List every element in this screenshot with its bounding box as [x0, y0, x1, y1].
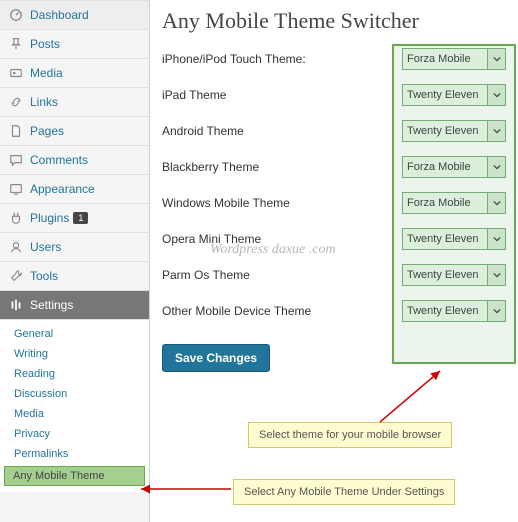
- theme-row-label: Parm Os Theme: [162, 268, 402, 282]
- dashboard-icon: [8, 7, 24, 23]
- theme-row-label: Other Mobile Device Theme: [162, 304, 402, 318]
- theme-row: Android ThemeTwenty Eleven: [162, 120, 506, 142]
- chevron-down-icon[interactable]: [487, 121, 505, 141]
- theme-row: Parm Os ThemeTwenty Eleven: [162, 264, 506, 286]
- submenu-reading[interactable]: Reading: [0, 364, 149, 384]
- theme-select[interactable]: Twenty Eleven: [402, 228, 506, 250]
- theme-row: Other Mobile Device ThemeTwenty Eleven: [162, 300, 506, 322]
- submenu-media[interactable]: Media: [0, 404, 149, 424]
- page-icon: [8, 123, 24, 139]
- theme-select-value: Twenty Eleven: [403, 89, 487, 101]
- theme-select[interactable]: Forza Mobile: [402, 192, 506, 214]
- sidebar-item-pages[interactable]: Pages: [0, 117, 149, 146]
- theme-select-value: Twenty Eleven: [403, 125, 487, 137]
- sidebar-item-posts[interactable]: Posts: [0, 30, 149, 59]
- sidebar-item-label: Posts: [30, 37, 60, 51]
- chevron-down-icon[interactable]: [487, 265, 505, 285]
- theme-select[interactable]: Forza Mobile: [402, 48, 506, 70]
- sidebar-item-label: Tools: [30, 269, 58, 283]
- theme-select-value: Forza Mobile: [403, 197, 487, 209]
- pin-icon: [8, 36, 24, 52]
- chevron-down-icon[interactable]: [487, 49, 505, 69]
- theme-row-label: Android Theme: [162, 124, 402, 138]
- sidebar-item-label: Links: [30, 95, 58, 109]
- theme-select-value: Twenty Eleven: [403, 305, 487, 317]
- theme-row: Blackberry ThemeForza Mobile: [162, 156, 506, 178]
- sidebar-item-label: Appearance: [30, 182, 95, 196]
- theme-select-value: Forza Mobile: [403, 53, 487, 65]
- chevron-down-icon[interactable]: [487, 193, 505, 213]
- submenu-privacy[interactable]: Privacy: [0, 424, 149, 444]
- users-icon: [8, 239, 24, 255]
- theme-row-label: iPad Theme: [162, 88, 402, 102]
- settings-submenu: General Writing Reading Discussion Media…: [0, 320, 149, 492]
- media-icon: [8, 65, 24, 81]
- sidebar-item-label: Users: [30, 240, 61, 254]
- theme-select[interactable]: Twenty Eleven: [402, 264, 506, 286]
- admin-sidebar: Dashboard Posts Media Links Pages Commen…: [0, 0, 150, 522]
- theme-row-label: Blackberry Theme: [162, 160, 402, 174]
- submenu-permalinks[interactable]: Permalinks: [0, 444, 149, 464]
- sidebar-item-plugins[interactable]: Plugins 1: [0, 204, 149, 233]
- sidebar-item-users[interactable]: Users: [0, 233, 149, 262]
- sidebar-item-appearance[interactable]: Appearance: [0, 175, 149, 204]
- submenu-writing[interactable]: Writing: [0, 344, 149, 364]
- sidebar-item-tools[interactable]: Tools: [0, 262, 149, 291]
- comment-icon: [8, 152, 24, 168]
- plugin-icon: [8, 210, 24, 226]
- theme-row: iPhone/iPod Touch Theme:Forza Mobile: [162, 48, 506, 70]
- theme-select[interactable]: Twenty Eleven: [402, 300, 506, 322]
- callout-menu-pointer: Select Any Mobile Theme Under Settings: [233, 479, 455, 505]
- sidebar-item-label: Dashboard: [30, 8, 89, 22]
- page-title: Any Mobile Theme Switcher: [162, 8, 506, 34]
- sidebar-item-label: Pages: [30, 124, 64, 138]
- theme-row-label: iPhone/iPod Touch Theme:: [162, 52, 402, 66]
- theme-row-label: Opera Mini Theme: [162, 232, 402, 246]
- theme-rows: iPhone/iPod Touch Theme:Forza MobileiPad…: [162, 48, 506, 322]
- theme-row: Opera Mini ThemeTwenty Eleven: [162, 228, 506, 250]
- theme-select-value: Twenty Eleven: [403, 269, 487, 281]
- submenu-general[interactable]: General: [0, 324, 149, 344]
- sidebar-item-media[interactable]: Media: [0, 59, 149, 88]
- chevron-down-icon[interactable]: [487, 157, 505, 177]
- plugins-badge: 1: [73, 212, 88, 224]
- tools-icon: [8, 268, 24, 284]
- sidebar-item-label: Plugins: [30, 211, 69, 225]
- theme-select[interactable]: Forza Mobile: [402, 156, 506, 178]
- submenu-any-mobile-theme[interactable]: Any Mobile Theme: [4, 466, 145, 486]
- sidebar-item-dashboard[interactable]: Dashboard: [0, 0, 149, 30]
- theme-select-value: Twenty Eleven: [403, 233, 487, 245]
- theme-select[interactable]: Twenty Eleven: [402, 120, 506, 142]
- settings-icon: [8, 297, 24, 313]
- sidebar-item-label: Media: [30, 66, 63, 80]
- theme-select[interactable]: Twenty Eleven: [402, 84, 506, 106]
- sidebar-item-label: Settings: [30, 298, 73, 312]
- submenu-discussion[interactable]: Discussion: [0, 384, 149, 404]
- sidebar-item-links[interactable]: Links: [0, 88, 149, 117]
- sidebar-item-label: Comments: [30, 153, 88, 167]
- theme-row-label: Windows Mobile Theme: [162, 196, 402, 210]
- sidebar-item-settings[interactable]: Settings: [0, 291, 149, 320]
- chevron-down-icon[interactable]: [487, 301, 505, 321]
- chevron-down-icon[interactable]: [487, 229, 505, 249]
- link-icon: [8, 94, 24, 110]
- save-button[interactable]: Save Changes: [162, 344, 270, 372]
- sidebar-item-comments[interactable]: Comments: [0, 146, 149, 175]
- appearance-icon: [8, 181, 24, 197]
- theme-row: iPad ThemeTwenty Eleven: [162, 84, 506, 106]
- chevron-down-icon[interactable]: [487, 85, 505, 105]
- callout-theme-select: Select theme for your mobile browser: [248, 422, 452, 448]
- theme-row: Windows Mobile ThemeForza Mobile: [162, 192, 506, 214]
- theme-select-value: Forza Mobile: [403, 161, 487, 173]
